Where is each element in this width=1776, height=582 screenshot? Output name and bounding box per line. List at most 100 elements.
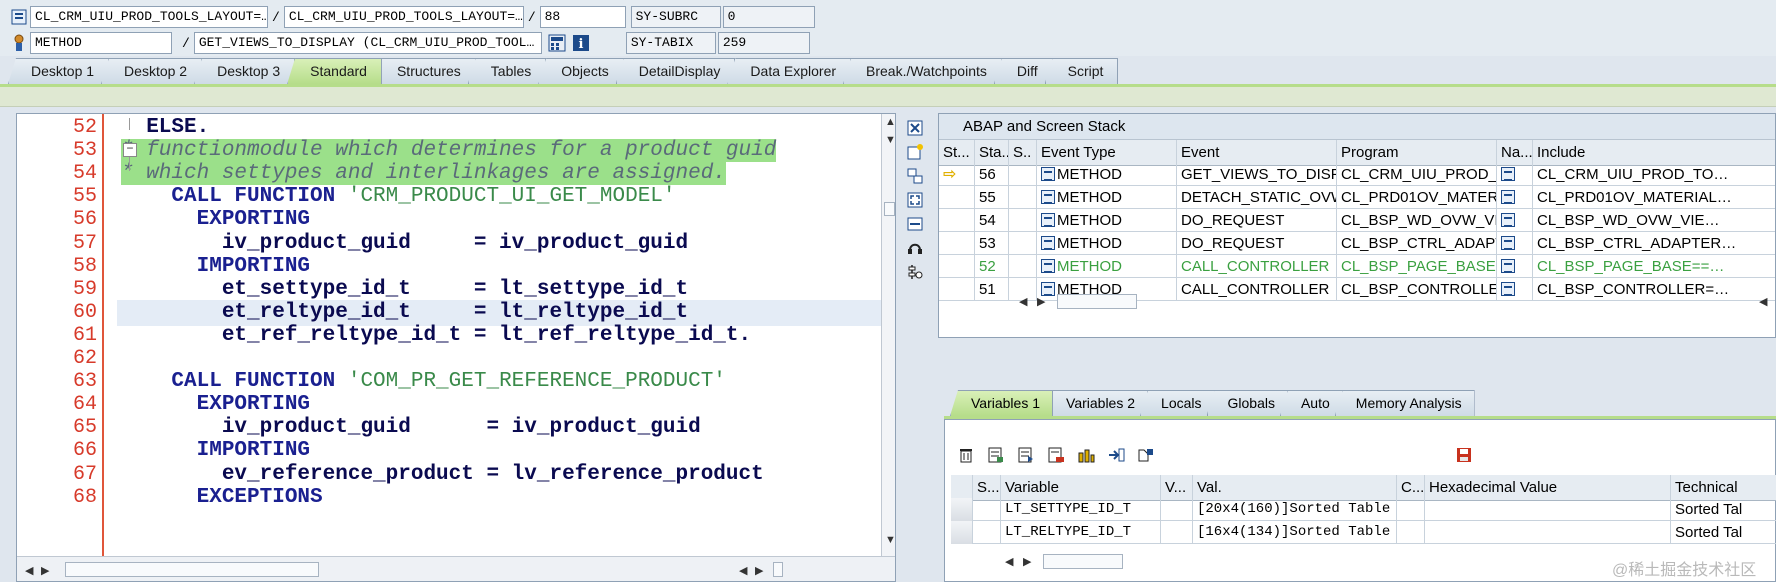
fold-toggle-icon[interactable]: − bbox=[123, 143, 137, 158]
navigate-source-icon[interactable] bbox=[1501, 259, 1515, 273]
tab-variables-2[interactable]: Variables 2 bbox=[1045, 390, 1149, 416]
calculator-icon[interactable] bbox=[546, 33, 568, 53]
editor-vertical-scrollbar[interactable]: ▲ ▼ ▼ bbox=[881, 114, 895, 556]
stack-row[interactable]: 53METHODDO_REQUESTCL_BSP_CTRL_ADAPTER…CL… bbox=[939, 232, 1775, 255]
variable-cell: Sorted Tal bbox=[1671, 498, 1776, 521]
code-line: EXCEPTIONS bbox=[121, 485, 323, 511]
delete-icon[interactable] bbox=[955, 444, 977, 466]
tab-desktop-3[interactable]: Desktop 3 bbox=[194, 58, 296, 84]
tab-data-explorer[interactable]: Data Explorer bbox=[727, 58, 852, 84]
tab-script[interactable]: Script bbox=[1044, 58, 1119, 84]
stack-cell: DETACH_STATIC_OVW_… bbox=[1177, 186, 1337, 209]
tab-memory-analysis[interactable]: Memory Analysis bbox=[1334, 390, 1475, 416]
tab-detaildisplay[interactable]: DetailDisplay bbox=[615, 58, 736, 84]
code-token: et_settype_id_t = lt_settype_id_t bbox=[121, 277, 689, 301]
tab-diff[interactable]: Diff bbox=[993, 58, 1053, 84]
sysvar-value-subrc: 0 bbox=[722, 6, 815, 28]
scroll-left-icon[interactable]: ◀ bbox=[1759, 295, 1767, 308]
new-tool-icon[interactable] bbox=[904, 141, 926, 163]
variable-row[interactable]: LT_SETTYPE_ID_T [20x4(160)]Sorted Table So… bbox=[951, 498, 1776, 521]
scroll-left-icon[interactable]: ◀ bbox=[1005, 555, 1013, 568]
source-code-editor[interactable]: 52 53 54 55 56 57 58 59 60 61 62 63 64 65 66 67 68 ELSE.… bbox=[16, 113, 896, 582]
insert-row-icon[interactable] bbox=[985, 444, 1007, 466]
navigate-source-icon[interactable] bbox=[1501, 167, 1515, 181]
variables-horizontal-scrollbar[interactable]: ◀ ▶ bbox=[1005, 552, 1205, 572]
resize-icon[interactable] bbox=[904, 213, 926, 235]
stack-cell: CL_BSP_PAGE_BASE==… bbox=[1533, 255, 1775, 278]
scroll-left-icon[interactable]: ◀ bbox=[1019, 295, 1027, 308]
tab-tables[interactable]: Tables bbox=[467, 58, 547, 84]
close-icon[interactable] bbox=[904, 117, 926, 139]
tab-globals[interactable]: Globals bbox=[1206, 390, 1288, 416]
include-field[interactable]: CL_CRM_UIU_PROD_TOOLS_LAYOUT=… bbox=[283, 6, 524, 28]
scroll-down-icon[interactable]: ▼ bbox=[885, 534, 895, 546]
stack-row[interactable]: 52METHODCALL_CONTROLLERCL_BSP_PAGE_BASE=… bbox=[939, 255, 1775, 278]
tab-objects[interactable]: Objects bbox=[538, 58, 624, 84]
tab-structures[interactable]: Structures bbox=[373, 58, 476, 84]
stack-row[interactable]: 55METHODDETACH_STATIC_OVW_…CL_PRD01OV_MA… bbox=[939, 186, 1775, 209]
sort-icon[interactable] bbox=[1075, 444, 1097, 466]
maximize-icon[interactable] bbox=[904, 189, 926, 211]
scroll-down-icon[interactable]: ▼ bbox=[885, 134, 895, 146]
stack-title: ABAP and Screen Stack bbox=[939, 114, 1775, 140]
main-program-field[interactable]: CL_CRM_UIU_PROD_TOOLS_LAYOUT=… bbox=[30, 6, 268, 28]
event-name-field[interactable]: GET_VIEWS_TO_DISPLAY (CL_CRM_UIU_PROD_TO… bbox=[193, 32, 542, 54]
settings-tree-icon[interactable] bbox=[904, 261, 926, 283]
row-selector[interactable] bbox=[951, 498, 973, 521]
stack-cell bbox=[939, 278, 975, 301]
navigate-icon[interactable] bbox=[1105, 444, 1127, 466]
code-area[interactable]: ELSE. * functionmodule which determines f… bbox=[117, 114, 889, 556]
services-icon[interactable] bbox=[904, 237, 926, 259]
navigate-source-icon[interactable] bbox=[1501, 236, 1515, 250]
variable-cell: Sorted Tal bbox=[1671, 521, 1776, 544]
scroll-left-icon[interactable]: ◀ bbox=[739, 564, 747, 577]
scroll-thumb[interactable] bbox=[65, 562, 319, 577]
tab-desktop-1[interactable]: Desktop 1 bbox=[8, 58, 110, 84]
stack-cell: CL_CRM_UIU_PROD_TO… bbox=[1533, 163, 1775, 186]
attribute-icon[interactable] bbox=[1135, 444, 1157, 466]
editor-horizontal-scrollbar[interactable]: ◀ ▶ ◀ ▶ bbox=[17, 556, 895, 581]
save-icon[interactable] bbox=[1453, 444, 1475, 466]
variable-row[interactable]: LT_RELTYPE_ID_T [16x4(134)]Sorted Table So… bbox=[951, 521, 1776, 544]
editor-side-toolbar bbox=[900, 113, 930, 582]
scroll-left-icon[interactable]: ◀ bbox=[25, 564, 33, 577]
append-row-icon[interactable] bbox=[1015, 444, 1037, 466]
separator: / bbox=[527, 9, 536, 25]
scroll-right-icon[interactable]: ▶ bbox=[755, 564, 763, 577]
method-icon bbox=[1041, 259, 1055, 273]
tab-variables-1[interactable]: Variables 1 bbox=[950, 390, 1054, 416]
scroll-right-icon[interactable]: ▶ bbox=[41, 564, 49, 577]
variable-cell bbox=[1425, 521, 1671, 544]
stack-cell: DO_REQUEST bbox=[1177, 209, 1337, 232]
variable-tabs: Variables 1 Variables 2 Locals Globals Auto M… bbox=[950, 390, 1475, 416]
line-number-field[interactable]: 88 bbox=[539, 6, 626, 28]
event-type-field[interactable]: METHOD bbox=[30, 32, 172, 54]
tab-auto[interactable]: Auto bbox=[1279, 390, 1343, 416]
tab-standard[interactable]: Standard bbox=[287, 58, 382, 84]
delete-row-icon[interactable] bbox=[1045, 444, 1067, 466]
tab-desktop-2[interactable]: Desktop 2 bbox=[101, 58, 203, 84]
row-selector[interactable] bbox=[951, 521, 973, 544]
scroll-right-icon[interactable]: ▶ bbox=[1023, 555, 1031, 568]
swap-tool-icon[interactable] bbox=[904, 165, 926, 187]
scroll-thumb[interactable] bbox=[884, 202, 895, 216]
code-token: 'CRM_PRODUCT_UI_GET_MODEL' bbox=[347, 185, 676, 209]
event-type: METHOD bbox=[1057, 166, 1122, 183]
scroll-right-icon[interactable]: ▶ bbox=[1037, 295, 1045, 308]
stack-cell: 55 bbox=[975, 186, 1009, 209]
scroll-thumb[interactable] bbox=[773, 562, 783, 577]
navigate-source-icon[interactable] bbox=[1501, 213, 1515, 227]
stack-horizontal-scrollbar[interactable]: ◀ ▶ ◀ bbox=[1019, 292, 1775, 312]
scroll-thumb[interactable] bbox=[1057, 294, 1137, 309]
code-line: CALL FUNCTION 'COM_PR_GET_REFERENCE_PROD… bbox=[121, 369, 726, 395]
line-number: 61 bbox=[72, 323, 97, 347]
stack-row[interactable]: ⇨56METHODGET_VIEWS_TO_DISPL…CL_CRM_UIU_P… bbox=[939, 163, 1775, 186]
tab-locals[interactable]: Locals bbox=[1140, 390, 1215, 416]
info-icon[interactable]: i bbox=[570, 33, 592, 53]
code-line: iv_product_guid = iv_product_guid bbox=[121, 415, 701, 441]
navigate-source-icon[interactable] bbox=[1501, 190, 1515, 204]
scroll-up-icon[interactable]: ▲ bbox=[885, 116, 895, 128]
stack-row[interactable]: 54METHODDO_REQUESTCL_BSP_WD_OVW_VIE…CL_B… bbox=[939, 209, 1775, 232]
tab-break-watchpoints[interactable]: Break./Watchpoints bbox=[843, 58, 1002, 84]
scroll-thumb[interactable] bbox=[1043, 554, 1123, 569]
